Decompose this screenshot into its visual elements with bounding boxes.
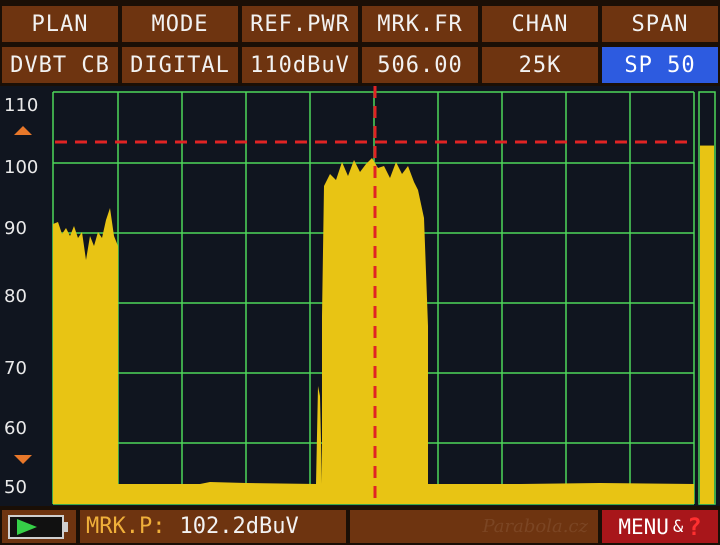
- menu-amp: &: [672, 516, 684, 537]
- marker-label: MRK.P:: [86, 514, 166, 539]
- play-button[interactable]: [0, 508, 78, 545]
- chan-label[interactable]: CHAN: [480, 4, 600, 44]
- mode-label[interactable]: MODE: [120, 4, 240, 44]
- battery-icon: [8, 514, 68, 539]
- watermark-area: Parabola.cz: [348, 508, 600, 545]
- plan-value[interactable]: DVBT CB: [0, 45, 120, 85]
- header-values-row: DVBT CB DIGITAL 110dBuV 506.00 25K SP 50: [0, 45, 720, 85]
- ref-pwr-label[interactable]: REF.PWR: [240, 4, 360, 44]
- spectrum-graph: [52, 86, 716, 505]
- span-value[interactable]: SP 50: [600, 45, 720, 85]
- help-icon[interactable]: ?: [687, 513, 701, 541]
- span-label[interactable]: SPAN: [600, 4, 720, 44]
- level-bar-fill: [700, 145, 714, 504]
- ref-pwr-value[interactable]: 110dBuV: [240, 45, 360, 85]
- chan-value[interactable]: 25K: [480, 45, 600, 85]
- mode-value[interactable]: DIGITAL: [120, 45, 240, 85]
- marker-readout: MRK.P: 102.2dBuV: [78, 508, 348, 545]
- mrk-fr-value[interactable]: 506.00: [360, 45, 480, 85]
- status-bar: MRK.P: 102.2dBuV Parabola.cz MENU & ?: [0, 508, 720, 545]
- plan-label[interactable]: PLAN: [0, 4, 120, 44]
- header-labels-row: PLAN MODE REF.PWR MRK.FR CHAN SPAN: [0, 4, 720, 44]
- mrk-fr-label[interactable]: MRK.FR: [360, 4, 480, 44]
- menu-label: MENU: [618, 514, 669, 539]
- spectrum-plot[interactable]: 110 100 90 80 70 60 50: [0, 86, 720, 506]
- marker-value: 102.2dBuV: [179, 514, 299, 539]
- menu-button[interactable]: MENU & ?: [600, 508, 720, 545]
- watermark-text: Parabola.cz: [482, 516, 588, 537]
